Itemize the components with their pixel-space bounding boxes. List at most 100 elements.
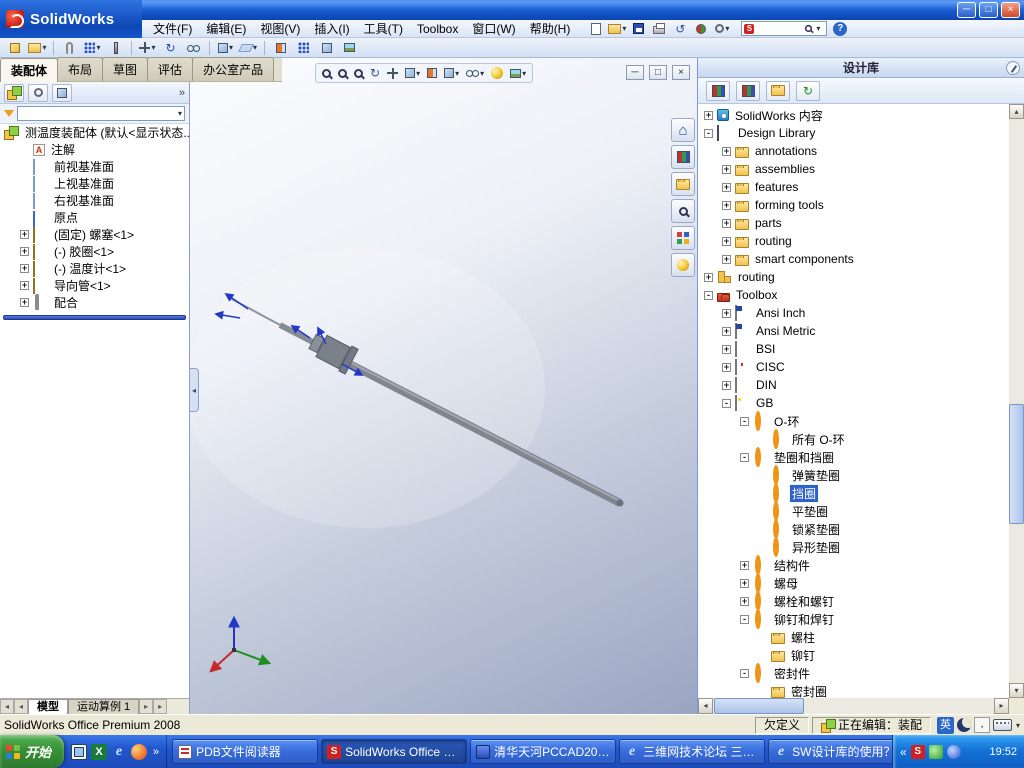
edit-appearance-button[interactable] [488, 64, 506, 82]
doc-restore-button[interactable]: □ [649, 65, 667, 80]
tab-scroll-right-icon[interactable]: ▸ [139, 699, 154, 714]
tree-item[interactable]: 弹簧垫圈 [698, 465, 1009, 485]
display-style-button[interactable]: ▾ [441, 64, 462, 82]
tab-motion-study[interactable]: 运动算例 1 [68, 699, 140, 714]
expand-icon[interactable]: + [704, 110, 713, 120]
scroll-down-icon[interactable]: ▾ [1009, 683, 1024, 698]
tray-icon-green[interactable] [928, 744, 943, 759]
pin-icon[interactable] [1006, 61, 1020, 75]
tab-office-products[interactable]: 办公室产品 [192, 57, 275, 81]
tab-scroll-left-icon[interactable]: ◂ [14, 699, 28, 714]
collapse-icon[interactable]: - [722, 398, 731, 408]
appearances-button[interactable] [671, 253, 695, 277]
tree-item[interactable]: 平垫圈 [698, 501, 1009, 521]
expand-icon[interactable]: + [20, 247, 29, 256]
tab-assembly[interactable]: 装配体 [0, 58, 59, 82]
interference-detection-button[interactable] [316, 39, 337, 57]
tree-item[interactable]: + features [698, 178, 1009, 196]
tree-item[interactable]: - O-环 [698, 411, 1009, 431]
search-input[interactable] [756, 22, 803, 35]
task-button-forum[interactable]: e 三维网技术论坛 三维... [619, 739, 766, 764]
close-button[interactable]: × [1001, 2, 1020, 18]
tree-item-annotations[interactable]: A 注解 [0, 141, 189, 158]
open-button[interactable]: ▾ [608, 21, 626, 37]
tree-item-mates[interactable]: + 配合 [0, 293, 189, 311]
tray-icon-blue[interactable] [946, 744, 961, 759]
tab-scroll-right-icon[interactable]: ▸ [153, 699, 168, 714]
rebuild-button[interactable] [692, 21, 710, 37]
tree-item[interactable]: + 结构件 [698, 555, 1009, 575]
tree-item[interactable]: + 螺栓和螺钉 [698, 591, 1009, 611]
expand-icon[interactable]: + [20, 264, 29, 273]
task-button-solidworks[interactable]: SSolidWorks Office Prem... [321, 739, 468, 764]
reference-geometry-button[interactable]: ▾ [238, 39, 259, 57]
assembly-root-item[interactable]: 测温度装配体 (默认<显示状态... [0, 124, 189, 141]
tree-item-part[interactable]: + (-) 温度计<1> [0, 260, 189, 277]
measure-button[interactable] [339, 39, 360, 57]
expand-icon[interactable]: + [722, 182, 731, 192]
task-button-pccad[interactable]: 清华天河PCCAD2005... [470, 739, 617, 764]
tab-layout[interactable]: 布局 [57, 57, 104, 81]
vertical-scrollbar[interactable]: ▴ ▾ [1009, 104, 1024, 698]
expand-icon[interactable]: + [722, 236, 731, 246]
collapse-icon[interactable]: - [740, 452, 749, 462]
tab-scroll-left-icon[interactable]: ◂ [0, 699, 14, 714]
tree-item-selected[interactable]: 挡圈 [698, 483, 1009, 503]
expand-icon[interactable]: + [20, 281, 29, 290]
task-button-pdb-reader[interactable]: PDB文件阅读器 [172, 739, 319, 764]
zoom-to-area-button[interactable] [335, 64, 350, 82]
create-new-folder-button[interactable] [766, 80, 790, 101]
tree-item-front-plane[interactable]: 前视基准面 [0, 158, 189, 175]
scroll-up-icon[interactable]: ▴ [1009, 104, 1024, 119]
tree-item[interactable]: - 垫圈和挡圈 [698, 447, 1009, 467]
expand-icon[interactable]: + [722, 344, 731, 354]
property-manager-tab[interactable] [28, 83, 48, 102]
tab-evaluate[interactable]: 评估 [147, 57, 194, 81]
maximize-button[interactable]: □ [979, 2, 998, 18]
menu-insert[interactable]: 插入(I) [307, 20, 356, 38]
panel-overflow-icon[interactable]: » [179, 87, 185, 99]
refresh-button[interactable]: ↻ [796, 80, 820, 101]
rotate-component-button[interactable]: ↻ [160, 39, 181, 57]
tree-item[interactable]: 锁紧垫圈 [698, 519, 1009, 539]
menu-toolbox[interactable]: Toolbox [410, 20, 465, 38]
add-to-library-button[interactable] [706, 80, 730, 101]
tree-item[interactable]: + Ansi Metric [698, 322, 1009, 340]
help-icon[interactable]: ? [833, 21, 848, 36]
rotate-view-button[interactable]: ↻ [367, 64, 383, 82]
media-player-icon[interactable] [131, 743, 147, 760]
standard-views-button[interactable]: ▾ [402, 64, 423, 82]
expand-icon[interactable]: + [20, 298, 29, 307]
rollback-bar[interactable] [3, 315, 186, 320]
apply-scene-button[interactable]: ▾ [507, 64, 529, 82]
tree-item[interactable]: + routing [698, 232, 1009, 250]
tree-item[interactable]: - Toolbox [698, 286, 1009, 304]
ime-language-button[interactable]: 英 [936, 716, 954, 734]
collapse-icon[interactable]: - [704, 128, 713, 138]
tree-item[interactable]: + assemblies [698, 160, 1009, 178]
expand-icon[interactable]: + [722, 380, 731, 390]
tree-item[interactable]: + parts [698, 214, 1009, 232]
tree-item[interactable]: - Design Library [698, 124, 1009, 142]
options-button[interactable]: ▾ [713, 21, 731, 37]
excel-quicklaunch-icon[interactable]: X [91, 743, 107, 760]
doc-close-button[interactable]: × [672, 65, 690, 80]
tree-item[interactable]: + annotations [698, 142, 1009, 160]
minimize-button[interactable]: ─ [957, 2, 976, 18]
tree-item[interactable]: + DIN [698, 376, 1009, 394]
tray-collapse-icon[interactable]: « [900, 745, 907, 759]
tree-item[interactable]: + CISC [698, 358, 1009, 376]
tree-item[interactable]: - 密封件 [698, 663, 1009, 683]
task-button-sw-library-page[interactable]: e SW设计库的使用？... [768, 739, 892, 764]
mate-button[interactable] [59, 39, 80, 57]
menu-file[interactable]: 文件(F) [146, 20, 199, 38]
filter-input[interactable]: ▾ [17, 106, 185, 121]
expand-icon[interactable]: + [722, 218, 731, 228]
hide-show-items-button[interactable]: ▾ [463, 64, 487, 82]
expand-icon[interactable]: + [722, 362, 731, 372]
feature-manager-tab[interactable] [4, 83, 24, 102]
quicklaunch-overflow-icon[interactable]: » [153, 746, 159, 758]
tree-item-part[interactable]: + (固定) 螺塞<1> [0, 226, 189, 243]
model-canvas[interactable] [190, 58, 697, 714]
tree-item[interactable]: - GB [698, 394, 1009, 412]
